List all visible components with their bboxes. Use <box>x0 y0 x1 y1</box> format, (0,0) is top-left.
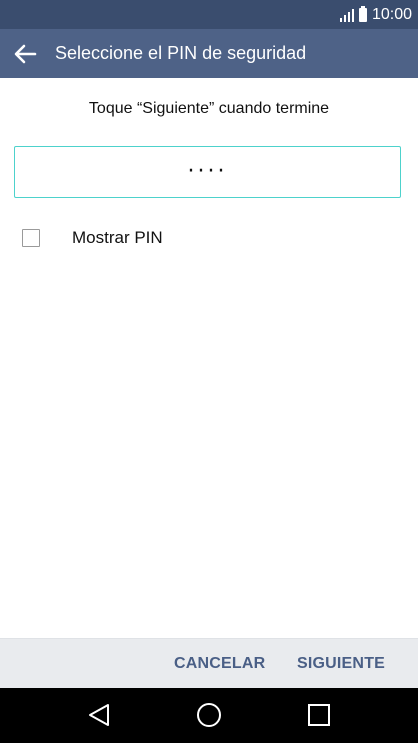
show-pin-option[interactable]: Mostrar PIN <box>22 227 163 249</box>
app-bar: Seleccione el PIN de seguridad <box>0 29 418 78</box>
show-pin-checkbox[interactable] <box>22 229 40 247</box>
next-button[interactable]: SIGUIENTE <box>297 639 385 689</box>
action-bar: CANCELAR SIGUIENTE <box>0 638 418 688</box>
cancel-button[interactable]: CANCELAR <box>174 639 265 689</box>
nav-back-button[interactable] <box>84 700 114 730</box>
nav-home-icon <box>197 703 221 727</box>
nav-home-button[interactable] <box>194 700 224 730</box>
show-pin-label: Mostrar PIN <box>72 228 163 247</box>
signal-icon <box>339 8 354 22</box>
status-bar: 10:00 <box>0 0 418 29</box>
status-indicators: 10:00 <box>339 4 412 26</box>
back-button[interactable] <box>10 39 40 69</box>
status-time: 10:00 <box>371 6 412 23</box>
battery-icon <box>358 6 367 22</box>
nav-recent-button[interactable] <box>304 700 334 730</box>
nav-back-icon <box>89 704 109 726</box>
page-title: Seleccione el PIN de seguridad <box>55 43 307 63</box>
arrow-left-icon <box>14 44 37 64</box>
navigation-bar <box>0 688 418 743</box>
instruction-text: Toque “Siguiente” cuando termine <box>88 100 330 117</box>
pin-input[interactable]: ···· <box>14 146 401 198</box>
nav-recent-icon <box>308 704 330 726</box>
